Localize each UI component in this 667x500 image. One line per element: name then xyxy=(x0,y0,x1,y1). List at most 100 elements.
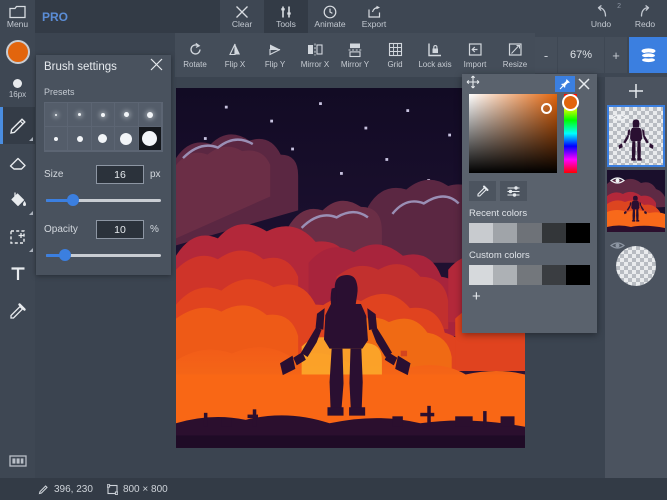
layer-visibility-toggle[interactable] xyxy=(610,238,625,256)
brush-preset[interactable] xyxy=(45,127,68,151)
transform-toolbar: Rotate Flip X Flip Y Mirror X Mirror Y xyxy=(175,33,535,77)
brush-preset[interactable] xyxy=(92,103,115,127)
recent-color-swatch[interactable] xyxy=(469,223,493,243)
flip-x-button[interactable]: Flip X xyxy=(215,33,255,77)
layer-item-character[interactable] xyxy=(607,105,665,167)
size-slider-knob[interactable] xyxy=(67,194,79,206)
resize-button[interactable]: Resize xyxy=(495,33,535,77)
flip-y-label: Flip Y xyxy=(265,60,285,69)
eye-icon xyxy=(610,175,625,186)
layer-item-circle[interactable] xyxy=(607,235,665,297)
close-icon xyxy=(578,78,590,90)
grid-button[interactable]: Grid xyxy=(375,33,415,77)
brush-opacity-row: Opacity 10 % xyxy=(44,220,163,239)
redo-label: Redo xyxy=(635,20,655,29)
recent-color-swatch[interactable] xyxy=(542,223,566,243)
tool-select[interactable] xyxy=(0,218,35,255)
brush-preset[interactable] xyxy=(139,103,162,127)
clear-button[interactable]: Clear xyxy=(220,0,264,33)
brush-preset[interactable] xyxy=(92,127,115,151)
brush-preset[interactable] xyxy=(115,127,138,151)
opacity-slider-knob[interactable] xyxy=(59,249,71,261)
mirror-y-button[interactable]: Mirror Y xyxy=(335,33,375,77)
layers-stack-icon xyxy=(639,47,658,64)
sv-cursor[interactable] xyxy=(541,103,552,114)
picker-sliders-button[interactable] xyxy=(500,181,527,201)
brush-preset[interactable] xyxy=(68,127,91,151)
resize-icon xyxy=(508,41,523,58)
active-color-swatch xyxy=(6,40,30,64)
zoom-in-button[interactable]: + xyxy=(605,37,627,73)
mirror-x-button[interactable]: Mirror X xyxy=(295,33,335,77)
undo-count-badge: 2 xyxy=(617,3,621,10)
canvas-size-icon xyxy=(107,484,118,495)
tool-eyedropper[interactable] xyxy=(0,292,35,329)
recent-colors-label: Recent colors xyxy=(469,208,590,219)
custom-color-swatch[interactable] xyxy=(542,265,566,285)
tools-button[interactable]: Tools xyxy=(264,0,308,33)
lock-axis-icon xyxy=(427,41,443,58)
recent-color-swatch[interactable] xyxy=(493,223,517,243)
fill-bucket-icon xyxy=(7,189,29,211)
color-picker-close-button[interactable] xyxy=(575,78,593,90)
layer-visibility-toggle[interactable] xyxy=(612,110,627,128)
flip-x-icon xyxy=(227,41,243,58)
rotate-button[interactable]: Rotate xyxy=(175,33,215,77)
tool-text[interactable] xyxy=(0,255,35,292)
picker-eyedropper-button[interactable] xyxy=(469,181,496,201)
export-button[interactable]: Export xyxy=(352,0,396,33)
recent-color-swatch[interactable] xyxy=(517,223,541,243)
palette-button[interactable] xyxy=(0,446,35,476)
brush-preset[interactable] xyxy=(115,103,138,127)
tool-pencil[interactable] xyxy=(0,107,35,144)
pro-badge[interactable]: PRO xyxy=(35,0,75,33)
add-layer-button[interactable] xyxy=(605,77,667,105)
add-custom-color-button[interactable]: + xyxy=(462,285,597,303)
pin-button[interactable] xyxy=(555,76,575,92)
lock-axis-button[interactable]: Lock axis xyxy=(415,33,455,77)
zoom-out-button[interactable]: - xyxy=(535,37,557,73)
move-handle-button[interactable] xyxy=(466,75,480,94)
brush-size-button[interactable]: 16px xyxy=(0,71,35,107)
custom-color-swatch[interactable] xyxy=(566,265,590,285)
saturation-value-box[interactable] xyxy=(469,94,557,173)
grid-label: Grid xyxy=(387,60,402,69)
zoom-level-value[interactable]: 67% xyxy=(558,37,604,73)
layer-visibility-toggle[interactable] xyxy=(610,173,625,191)
size-input[interactable]: 16 xyxy=(96,165,144,184)
tool-rail: 16px xyxy=(0,33,35,500)
hue-slider[interactable] xyxy=(564,94,577,173)
tools-icon xyxy=(279,4,293,19)
tool-eraser[interactable] xyxy=(0,144,35,181)
recent-color-swatch[interactable] xyxy=(566,223,590,243)
custom-color-swatch[interactable] xyxy=(517,265,541,285)
opacity-slider[interactable] xyxy=(44,248,163,262)
redo-button[interactable]: Redo xyxy=(623,0,667,33)
lock-axis-label: Lock axis xyxy=(418,60,451,69)
clear-label: Clear xyxy=(232,20,252,29)
opacity-input[interactable]: 10 xyxy=(96,220,144,239)
import-icon xyxy=(468,41,483,58)
layers-toggle-button[interactable] xyxy=(629,37,667,73)
brush-panel-body: Presets Size 16 px xyxy=(36,79,171,270)
animate-button[interactable]: Animate xyxy=(308,0,352,33)
opacity-label: Opacity xyxy=(44,224,90,235)
flip-y-button[interactable]: Flip Y xyxy=(255,33,295,77)
active-color-button[interactable] xyxy=(0,33,35,71)
hue-slider-knob[interactable] xyxy=(562,94,579,111)
custom-color-swatch[interactable] xyxy=(469,265,493,285)
tool-fill-bucket[interactable] xyxy=(0,181,35,218)
custom-color-swatch[interactable] xyxy=(493,265,517,285)
brush-preset-selected[interactable] xyxy=(139,127,162,151)
import-button[interactable]: Import xyxy=(455,33,495,77)
brush-panel-close-button[interactable] xyxy=(150,58,163,76)
layer-item-background[interactable] xyxy=(607,170,665,232)
size-slider[interactable] xyxy=(44,193,163,207)
tool-options-corner xyxy=(29,137,33,141)
brush-size-row: Size 16 px xyxy=(44,165,163,184)
eraser-icon xyxy=(7,152,29,174)
menu-button[interactable]: Menu xyxy=(0,0,35,33)
brush-preset[interactable] xyxy=(68,103,91,127)
undo-button[interactable]: 2 Undo xyxy=(579,0,623,33)
brush-preset[interactable] xyxy=(45,103,68,127)
